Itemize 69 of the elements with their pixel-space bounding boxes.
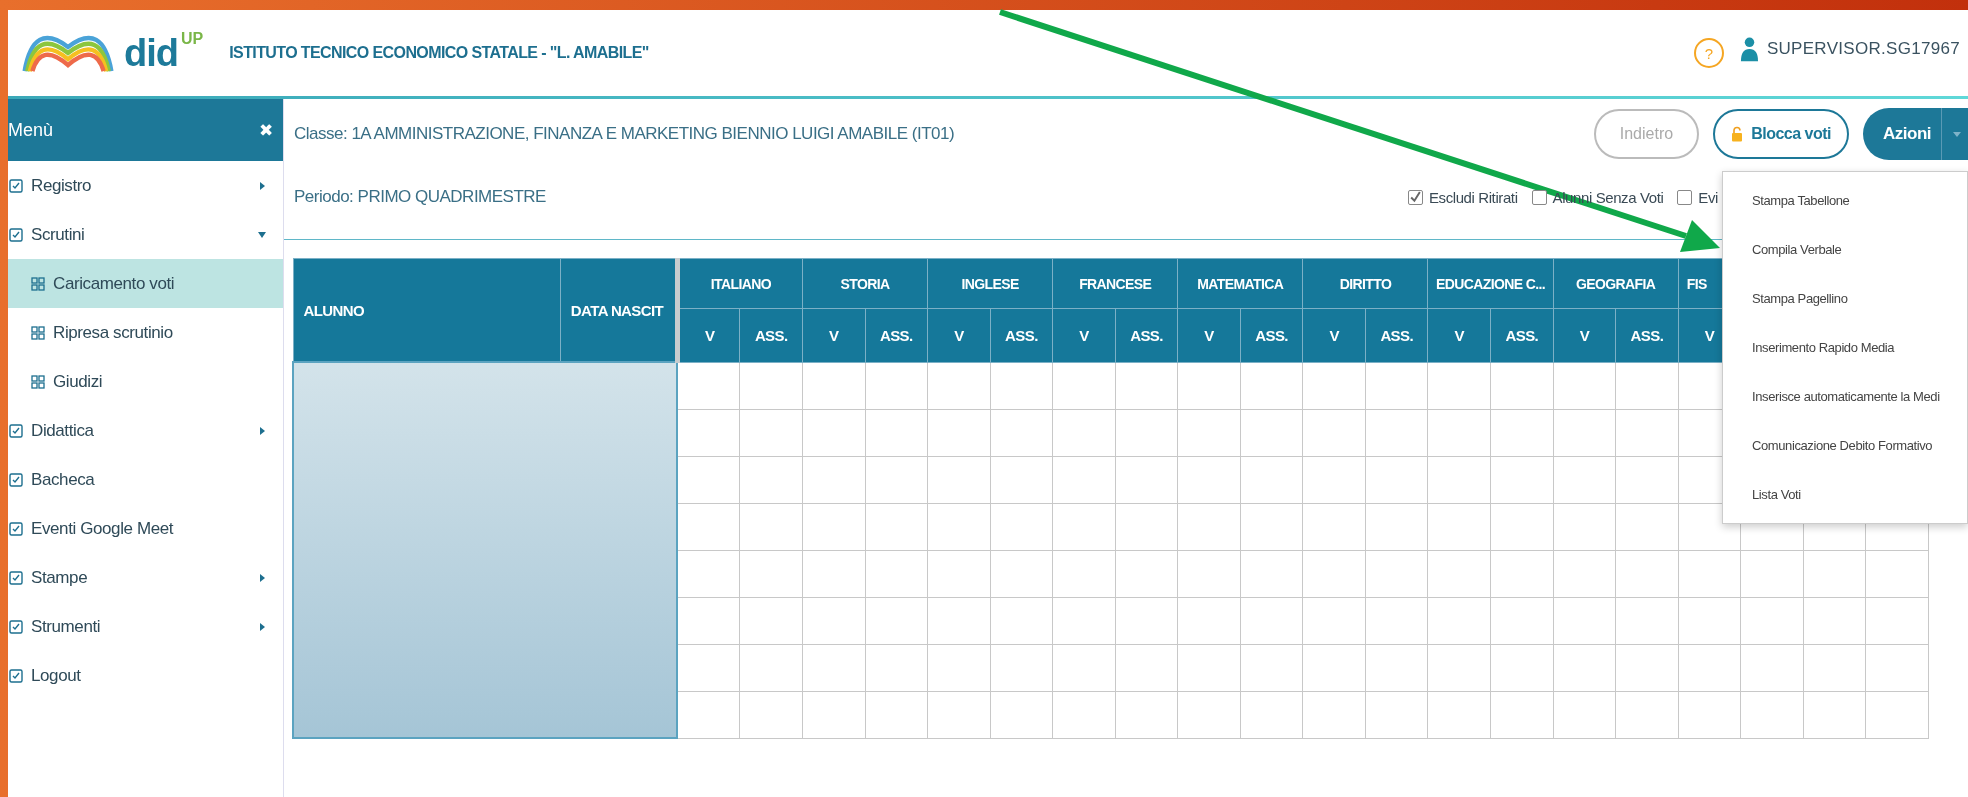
brand-name: did [124, 31, 178, 75]
menu-item[interactable]: Bacheca [8, 455, 283, 504]
grade-column-header: V [927, 308, 991, 362]
absences-column-header: ASS. [865, 308, 928, 362]
menu-item-icon [8, 422, 24, 439]
subject-header: INGLESE [927, 258, 1053, 309]
submenu-item[interactable]: Caricamento voti [8, 259, 283, 308]
menu-item-icon [8, 471, 24, 488]
absences-column-header: ASS. [1240, 308, 1303, 362]
class-title: Classe: 1A AMMINISTRAZIONE, FINANZA E MARKETING BIENNIO LUIGI AMABILE (IT01) [294, 124, 955, 144]
checkbox[interactable] [1407, 189, 1423, 205]
submenu-item[interactable]: Ripresa scrutinio [8, 308, 283, 357]
menu-title: Menù [8, 119, 54, 141]
menu-item-icon [8, 569, 24, 586]
submenu-item-icon [30, 373, 46, 390]
menu-item-icon [8, 520, 24, 537]
menu-item-icon [8, 177, 24, 194]
menu-item-icon [8, 667, 24, 684]
caret-down-icon [1952, 129, 1962, 139]
absences-column-header: ASS. [1615, 308, 1679, 362]
filter-label: Evi [1698, 188, 1718, 206]
user-icon [1739, 36, 1759, 62]
period-label: Periodo: PRIMO QUADRIMESTRE [294, 187, 546, 207]
menu-item[interactable]: Stampe [8, 553, 283, 602]
menu-item[interactable]: Strumenti [8, 602, 283, 651]
grade-column-header: V [677, 308, 740, 362]
subject-header: GEOGRAFIA [1553, 258, 1679, 309]
subject-header: EDUCAZIONE C... [1428, 258, 1554, 309]
lock-icon [1731, 126, 1744, 142]
filter-label: Escludi Ritirati [1428, 188, 1518, 206]
absences-column-header: ASS. [739, 308, 803, 362]
absences-column-header: ASS. [990, 308, 1053, 362]
subject-header: MATEMATICA [1177, 258, 1303, 309]
menu-item-icon [8, 226, 24, 243]
absences-column-header: ASS. [1490, 308, 1554, 362]
absences-column-header: ASS. [1365, 308, 1428, 362]
dropdown-menu-item[interactable]: Stampa Tabellone [1723, 176, 1967, 225]
user-name: SUPERVISOR.SG17967 [1766, 39, 1960, 59]
dropdown-menu-item[interactable]: Inserisce automaticamente la Medi [1723, 372, 1967, 421]
dropdown-menu-item[interactable]: Lista Voti [1723, 470, 1967, 519]
menu-item[interactable]: Didattica [8, 406, 283, 455]
brand-superscript: UP [181, 30, 204, 48]
actions-button[interactable]: Azioni [1863, 108, 1968, 160]
checkbox[interactable] [1677, 189, 1693, 205]
grade-column-header: V [1052, 308, 1116, 362]
absences-column-header: ASS. [1115, 308, 1178, 362]
subject-header: STORIA [802, 258, 928, 309]
menu-item[interactable]: Registro [8, 161, 283, 210]
menu-item[interactable]: Logout [8, 651, 283, 700]
subject-header: ITALIANO [677, 258, 803, 309]
dropdown-menu-item[interactable]: Comunicazione Debito Formativo [1723, 421, 1967, 470]
grade-column-header: V [1553, 308, 1616, 362]
grade-column-header: V [1302, 308, 1366, 362]
column-header: ALUNNO [293, 258, 561, 362]
grade-column-header: V [802, 308, 865, 362]
grade-column-header: V [1177, 308, 1241, 362]
subject-header: FRANCESE [1052, 258, 1178, 309]
close-button[interactable]: ✖ [259, 119, 273, 141]
submenu-item-icon [30, 275, 46, 292]
menu-item[interactable]: Eventi Google Meet [8, 504, 283, 553]
submenu-item-icon [30, 324, 46, 341]
menu-item[interactable]: Scrutini [8, 210, 283, 259]
school-name: ISTITUTO TECNICO ECONOMICO STATALE - "L. AMABILE" [229, 44, 649, 62]
menu-item-icon [8, 618, 24, 635]
lock-grades-button[interactable]: Blocca voti [1713, 109, 1849, 159]
grade-column-header: V [1428, 308, 1491, 362]
submenu-item[interactable]: Giudizi [8, 357, 283, 406]
subject-header: DIRITTO [1302, 258, 1428, 309]
column-header: DATA NASCIT [560, 258, 678, 362]
